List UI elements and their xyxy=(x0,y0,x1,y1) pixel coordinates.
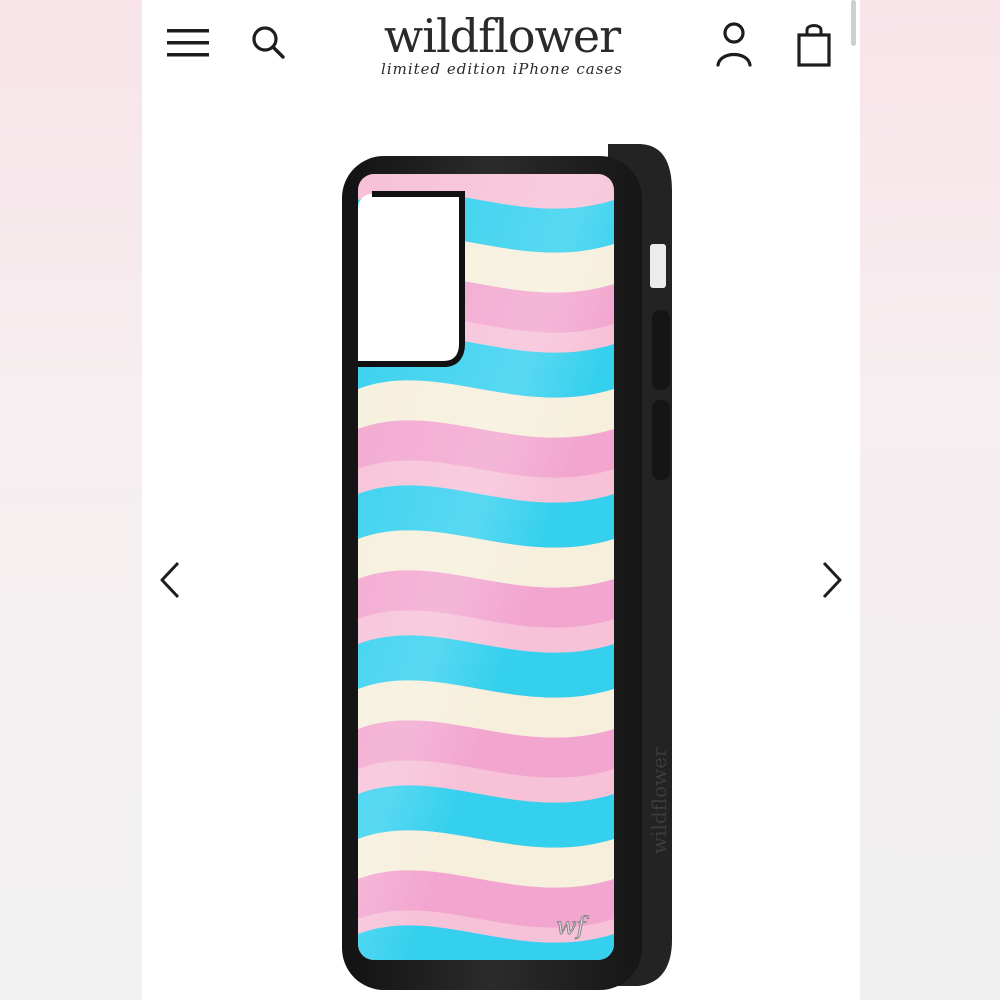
site-logo[interactable]: wildflower limited edition iPhone cases xyxy=(342,8,662,78)
logo-wordmark: wildflower xyxy=(383,9,621,63)
account-icon xyxy=(716,22,752,67)
mute-switch-cutout xyxy=(650,244,666,288)
left-backdrop xyxy=(0,0,142,1000)
product-image[interactable]: wf wildflower xyxy=(338,134,682,996)
volume-down-button xyxy=(652,400,670,480)
previous-image-button[interactable] xyxy=(152,555,188,605)
search-button[interactable] xyxy=(246,20,290,64)
product-gallery: wf wildflower xyxy=(142,110,860,1000)
mobile-page: wildflower limited edition iPhone cases xyxy=(142,0,860,1000)
logo-tagline: limited edition iPhone cases xyxy=(381,60,623,78)
volume-up-button xyxy=(652,310,670,390)
site-header: wildflower limited edition iPhone cases xyxy=(142,0,860,110)
svg-text:wf: wf xyxy=(556,912,590,940)
wf-monogram: wf xyxy=(556,912,590,941)
account-button[interactable] xyxy=(710,18,758,70)
phone-case-illustration: wf wildflower xyxy=(342,144,672,990)
right-backdrop xyxy=(860,0,1000,1000)
shopping-bag-icon xyxy=(797,24,831,67)
camera-cutout xyxy=(358,194,462,364)
case-side-brand-text: wildflower xyxy=(647,747,671,854)
cart-button[interactable] xyxy=(790,18,838,70)
hamburger-menu-icon xyxy=(167,29,209,57)
chevron-right-icon xyxy=(822,561,842,599)
menu-button[interactable] xyxy=(162,22,214,64)
chevron-left-icon xyxy=(160,561,180,599)
next-image-button[interactable] xyxy=(814,555,850,605)
search-icon xyxy=(252,26,285,59)
